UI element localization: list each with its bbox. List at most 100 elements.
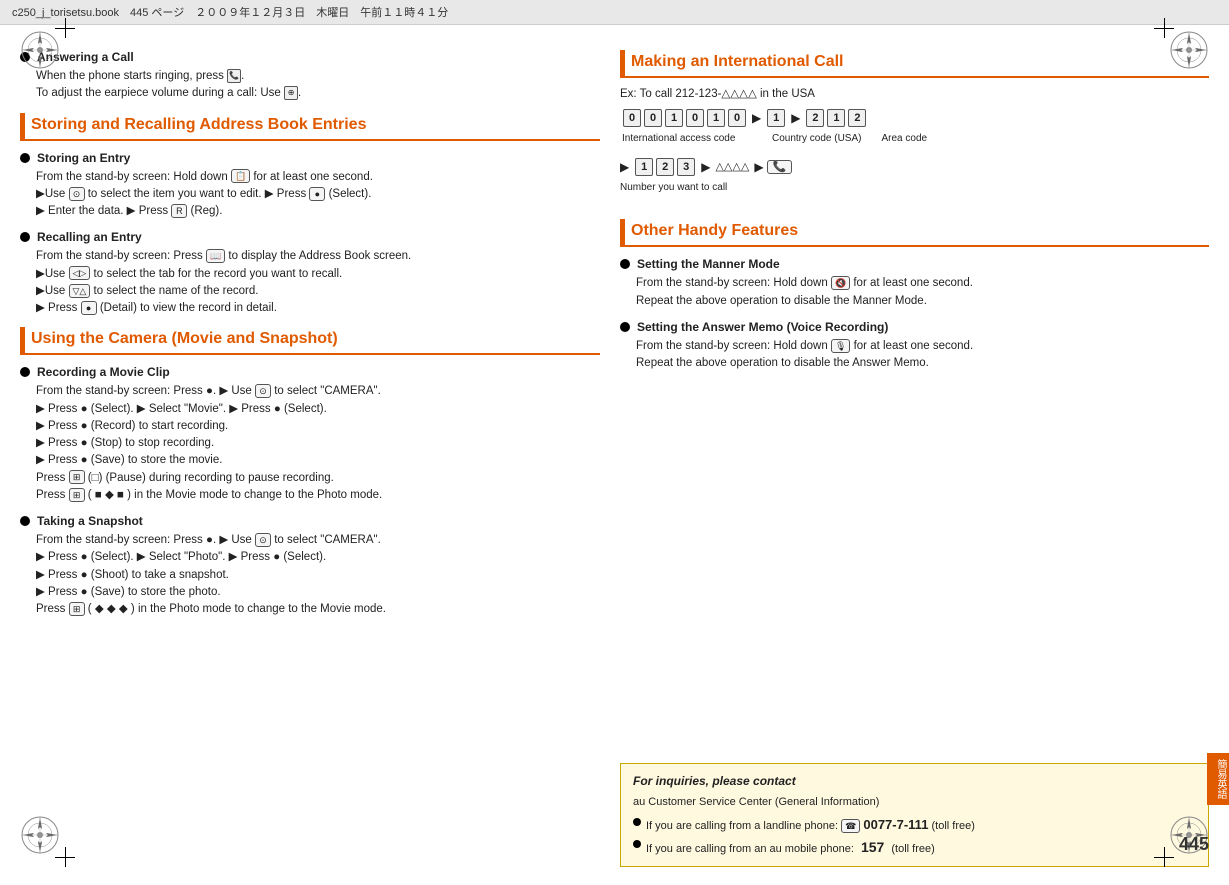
rec-line6: Press ⊞ (□) (Pause) during recording to … bbox=[36, 470, 600, 487]
bullet-answer-memo bbox=[620, 322, 630, 332]
snap-line5: Press ⊞ ( ◆ ◆ ◆ ) in the Photo mode to c… bbox=[36, 601, 600, 618]
storing-line2: ▶Use ⊙ to select the item you want to ed… bbox=[36, 186, 600, 203]
info-bullet-2: If you are calling from an au mobile pho… bbox=[633, 837, 1196, 858]
arrow1: ▶ bbox=[752, 109, 761, 127]
num-row-2: ▶ 1 2 3 ▶ △△△△ ▶ 📞 bbox=[620, 158, 1209, 176]
number-group: 1 2 3 bbox=[634, 158, 696, 176]
answering-header: Answering a Call bbox=[20, 48, 600, 66]
num-call-2: 2 bbox=[656, 158, 674, 176]
recording-title: Recording a Movie Clip bbox=[20, 363, 600, 381]
bullet-snapshot bbox=[20, 516, 30, 526]
storing-line3: ▶ Enter the data. ▶ Press R (Reg). bbox=[36, 203, 600, 220]
bullet-recording bbox=[20, 367, 30, 377]
other-features-header: Other Handy Features bbox=[620, 219, 1209, 247]
key-answer-memo: 🎙 bbox=[831, 339, 850, 353]
answer-line1: From the stand-by screen: Hold down 🎙 fo… bbox=[636, 338, 1209, 355]
jp-tab: 簡易英語 bbox=[1207, 753, 1229, 805]
vol-key-icon: ⊕ bbox=[284, 86, 298, 100]
answering-line1: When the phone starts ringing, press 📞. bbox=[20, 68, 600, 85]
num-0d: 0 bbox=[728, 109, 746, 127]
arrow5: ▶ bbox=[754, 158, 763, 176]
num-call-3: 3 bbox=[677, 158, 695, 176]
crosshair-tl bbox=[55, 18, 75, 38]
bullet-storing bbox=[20, 153, 30, 163]
area-code-label: Area code bbox=[881, 131, 927, 146]
key-nav-ud: ⊙ bbox=[69, 187, 85, 201]
international-header: Making an International Call bbox=[620, 50, 1209, 78]
num-area-2b: 2 bbox=[848, 109, 866, 127]
answer-memo-content: From the stand-by screen: Hold down 🎙 fo… bbox=[620, 338, 1209, 373]
rec-line2: ▶ Press ● (Select). ▶ Select "Movie". ▶ … bbox=[36, 401, 600, 418]
recalling-entry-title: Recalling an Entry bbox=[20, 228, 600, 246]
num-0a: 0 bbox=[623, 109, 641, 127]
triangles: △△△△ bbox=[715, 159, 749, 176]
rec-line1: From the stand-by screen: Press ●. ▶ Use… bbox=[36, 383, 600, 400]
rec-line7: Press ⊞ ( ■ ◆ ■ ) in the Movie mode to c… bbox=[36, 487, 600, 504]
info-text-2: If you are calling from an au mobile pho… bbox=[646, 837, 935, 858]
key-nav-cam1: ⊙ bbox=[255, 384, 271, 398]
num-1a: 1 bbox=[665, 109, 683, 127]
recalling-line2: ▶Use ◁▷ to select the tab for the record… bbox=[36, 266, 600, 283]
rec-line5: ▶ Press ● (Save) to store the movie. bbox=[36, 452, 600, 469]
info-dot-1 bbox=[633, 818, 641, 826]
snap-line2: ▶ Press ● (Select). ▶ Select "Photo". ▶ … bbox=[36, 549, 600, 566]
num-country-1: 1 bbox=[767, 109, 785, 127]
key-select1: ● bbox=[309, 187, 325, 201]
snap-line3: ▶ Press ● (Shoot) to take a snapshot. bbox=[36, 567, 600, 584]
key-detail: ● bbox=[81, 301, 97, 315]
recording-content: From the stand-by screen: Press ●. ▶ Use… bbox=[20, 383, 600, 504]
rec-line3: ▶ Press ● (Record) to start recording. bbox=[36, 418, 600, 435]
num-0c: 0 bbox=[686, 109, 704, 127]
landline-icon: ☎ bbox=[841, 819, 860, 833]
key-pause: ⊞ bbox=[69, 470, 85, 484]
key-nav-lr: ◁▷ bbox=[69, 266, 91, 280]
bullet-manner bbox=[620, 259, 630, 269]
key-phonebook: 📋 bbox=[231, 169, 250, 183]
key-nav-cam2: ⊙ bbox=[255, 533, 271, 547]
snapshot-content: From the stand-by screen: Press ●. ▶ Use… bbox=[20, 532, 600, 618]
storing-section: Storing and Recalling Address Book Entri… bbox=[20, 113, 600, 318]
camera-section: Using the Camera (Movie and Snapshot) Re… bbox=[20, 327, 600, 618]
arrow3: ▶ bbox=[620, 158, 629, 176]
storing-header: Storing and Recalling Address Book Entri… bbox=[20, 113, 600, 141]
info-text-1: If you are calling from a landline phone… bbox=[646, 815, 975, 835]
page-number: 445 bbox=[1179, 834, 1209, 855]
key-reg: R bbox=[171, 204, 187, 218]
crosshair-bl bbox=[55, 847, 75, 867]
left-column: Answering a Call When the phone starts r… bbox=[20, 40, 600, 872]
arrow2: ▶ bbox=[791, 109, 800, 127]
key-mode-photo: ⊞ bbox=[69, 602, 85, 616]
country-area-labels: Country code (USA) bbox=[772, 131, 861, 146]
recalling-entry-content: From the stand-by screen: Press 📖 to dis… bbox=[20, 248, 600, 317]
recalling-line1: From the stand-by screen: Press 📖 to dis… bbox=[36, 248, 600, 265]
storing-entry-title: Storing an Entry bbox=[20, 149, 600, 167]
num-area-1: 1 bbox=[827, 109, 845, 127]
manner-mode-title: Setting the Manner Mode bbox=[620, 255, 1209, 273]
right-column: Making an International Call Ex: To call… bbox=[620, 40, 1209, 872]
answer-line2: Repeat the above operation to disable th… bbox=[636, 355, 1209, 372]
arrow4: ▶ bbox=[701, 158, 710, 176]
info-bullet-1: If you are calling from a landline phone… bbox=[633, 815, 1196, 835]
snap-line4: ▶ Press ● (Save) to store the photo. bbox=[36, 584, 600, 601]
manner-line1: From the stand-by screen: Hold down 🔇 fo… bbox=[636, 275, 1209, 292]
answering-section: Answering a Call When the phone starts r… bbox=[20, 48, 600, 103]
recalling-line4: ▶ Press ● (Detail) to view the record in… bbox=[36, 300, 600, 317]
bullet-recalling bbox=[20, 232, 30, 242]
info-title: For inquiries, please contact bbox=[633, 772, 1196, 790]
page: c250_j_torisetsu.book 445 ページ ２００９年１２月３日… bbox=[0, 0, 1229, 885]
snap-line1: From the stand-by screen: Press ●. ▶ Use… bbox=[36, 532, 600, 549]
international-section: Making an International Call Ex: To call… bbox=[620, 40, 1209, 209]
phone-number-2: 157 bbox=[861, 839, 884, 855]
header-bar: c250_j_torisetsu.book 445 ページ ２００９年１２月３日… bbox=[0, 0, 1229, 25]
info-company: au Customer Service Center (General Info… bbox=[633, 794, 1196, 811]
num-row-1: 0 0 1 0 1 0 ▶ 1 ▶ bbox=[620, 109, 1209, 127]
phone-number-1: 0077-7-111 bbox=[863, 817, 928, 832]
crosshair-tr bbox=[1154, 18, 1174, 38]
diagram1-labels: International access code Country code (… bbox=[620, 131, 1209, 146]
info-box: For inquiries, please contact au Custome… bbox=[620, 763, 1209, 867]
example-text: Ex: To call 212-123-△△△△ in the USA bbox=[620, 86, 1209, 103]
header-text: c250_j_torisetsu.book 445 ページ ２００９年１２月３日… bbox=[12, 4, 448, 20]
intl-access-group: 0 0 1 0 1 0 bbox=[622, 109, 747, 127]
num-0b: 0 bbox=[644, 109, 662, 127]
intl-access-label: International access code bbox=[622, 131, 742, 146]
